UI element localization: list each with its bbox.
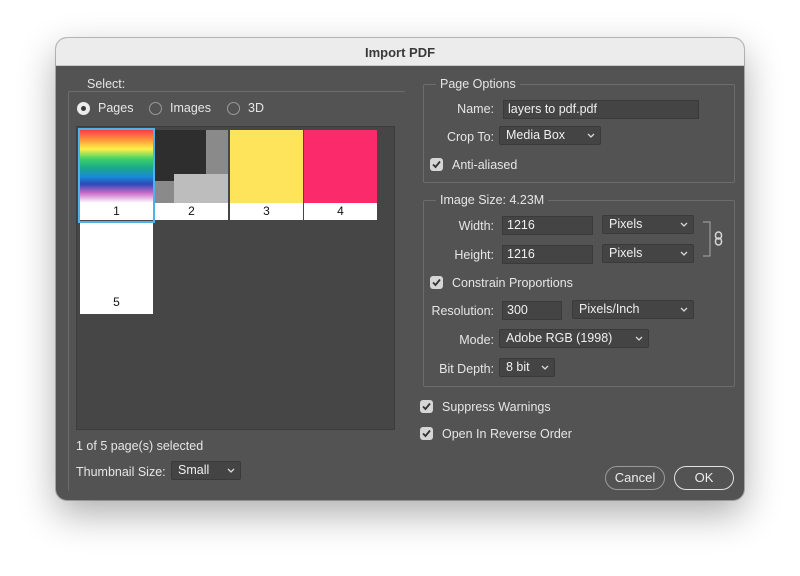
cancel-button[interactable]: Cancel <box>605 466 665 490</box>
page-number-3: 3 <box>230 203 303 220</box>
resolution-unit-value: Pixels/Inch <box>579 302 640 316</box>
suppress-warnings-checkbox[interactable] <box>420 400 433 413</box>
chevron-down-icon <box>635 336 643 341</box>
resolution-label: Resolution: <box>431 304 494 318</box>
page-thumbnail-4-image <box>304 130 377 203</box>
mode-label: Mode: <box>459 333 494 347</box>
width-field[interactable]: 1216 <box>502 216 593 235</box>
radio-images[interactable] <box>149 102 162 115</box>
page-thumbnail-5[interactable]: 5 <box>80 223 153 314</box>
mode-select[interactable]: Adobe RGB (1998) <box>499 329 649 348</box>
constrain-proportions-checkbox[interactable] <box>430 276 443 289</box>
selection-outline <box>78 128 155 223</box>
thumbnail-size-value: Small <box>178 463 210 477</box>
resolution-unit-select[interactable]: Pixels/Inch <box>572 300 694 319</box>
suppress-warnings-label[interactable]: Suppress Warnings <box>442 400 551 414</box>
page-options-legend: Page Options <box>436 77 520 91</box>
thumbnail-size-select[interactable]: Small <box>171 461 241 480</box>
chevron-down-icon <box>587 133 595 138</box>
select-legend: Select: <box>84 77 129 91</box>
page-number-5: 5 <box>113 295 120 309</box>
chevron-down-icon <box>680 251 688 256</box>
page-number-4: 4 <box>304 203 377 220</box>
radio-images-label[interactable]: Images <box>170 101 211 115</box>
constrain-proportions-label[interactable]: Constrain Proportions <box>452 276 573 290</box>
name-field[interactable]: layers to pdf.pdf <box>503 100 699 119</box>
height-field[interactable]: 1216 <box>502 245 593 264</box>
radio-pages[interactable] <box>77 102 90 115</box>
chevron-down-icon <box>541 365 549 370</box>
link-chain-icon[interactable] <box>701 221 727 257</box>
width-label: Width: <box>458 219 494 233</box>
height-label: Height: <box>454 248 494 262</box>
chevron-down-icon <box>680 222 688 227</box>
dialog-title: Import PDF <box>364 45 436 60</box>
radio-3d-label[interactable]: 3D <box>248 101 264 115</box>
height-unit-select[interactable]: Pixels <box>602 244 694 263</box>
page-thumbnail-3-image <box>230 130 303 203</box>
mode-value: Adobe RGB (1998) <box>506 331 613 345</box>
selection-status: 1 of 5 page(s) selected <box>76 439 204 453</box>
page-thumbnail-grid[interactable]: 1 2 3 4 5 <box>76 126 395 430</box>
reverse-order-checkbox[interactable] <box>420 427 433 440</box>
crop-to-value: Media Box <box>506 128 566 142</box>
checkmark-icon <box>432 278 441 287</box>
chevron-down-icon <box>227 468 235 473</box>
anti-aliased-label[interactable]: Anti-aliased <box>452 158 517 172</box>
bit-depth-select[interactable]: 8 bit <box>499 358 555 377</box>
width-unit-select[interactable]: Pixels <box>602 215 694 234</box>
bit-depth-label: Bit Depth: <box>439 362 494 376</box>
resolution-field[interactable]: 300 <box>502 301 562 320</box>
page-thumbnail-2-image <box>155 130 228 203</box>
radio-3d[interactable] <box>227 102 240 115</box>
title-bar[interactable]: Import PDF <box>56 38 744 66</box>
anti-aliased-checkbox[interactable] <box>430 158 443 171</box>
checkmark-icon <box>422 429 431 438</box>
radio-pages-label[interactable]: Pages <box>98 101 133 115</box>
reverse-order-label[interactable]: Open In Reverse Order <box>442 427 572 441</box>
crop-to-label: Crop To: <box>446 130 494 144</box>
height-unit-value: Pixels <box>609 246 643 260</box>
crop-to-select[interactable]: Media Box <box>499 126 601 145</box>
page-thumbnail-2[interactable]: 2 <box>155 130 228 221</box>
width-unit-value: Pixels <box>609 217 643 231</box>
thumbnail-size-label: Thumbnail Size: <box>76 465 166 479</box>
chevron-down-icon <box>680 307 688 312</box>
page-number-2: 2 <box>155 203 228 220</box>
checkmark-icon <box>432 160 441 169</box>
image-size-legend: Image Size: 4.23M <box>436 193 549 207</box>
ok-button[interactable]: OK <box>674 466 734 490</box>
page-thumbnail-1[interactable]: 1 <box>78 128 155 223</box>
bit-depth-value: 8 bit <box>506 360 530 374</box>
checkmark-icon <box>422 402 431 411</box>
page-thumbnail-4[interactable]: 4 <box>304 130 377 221</box>
name-label: Name: <box>457 102 494 116</box>
page-thumbnail-3[interactable]: 3 <box>230 130 303 221</box>
